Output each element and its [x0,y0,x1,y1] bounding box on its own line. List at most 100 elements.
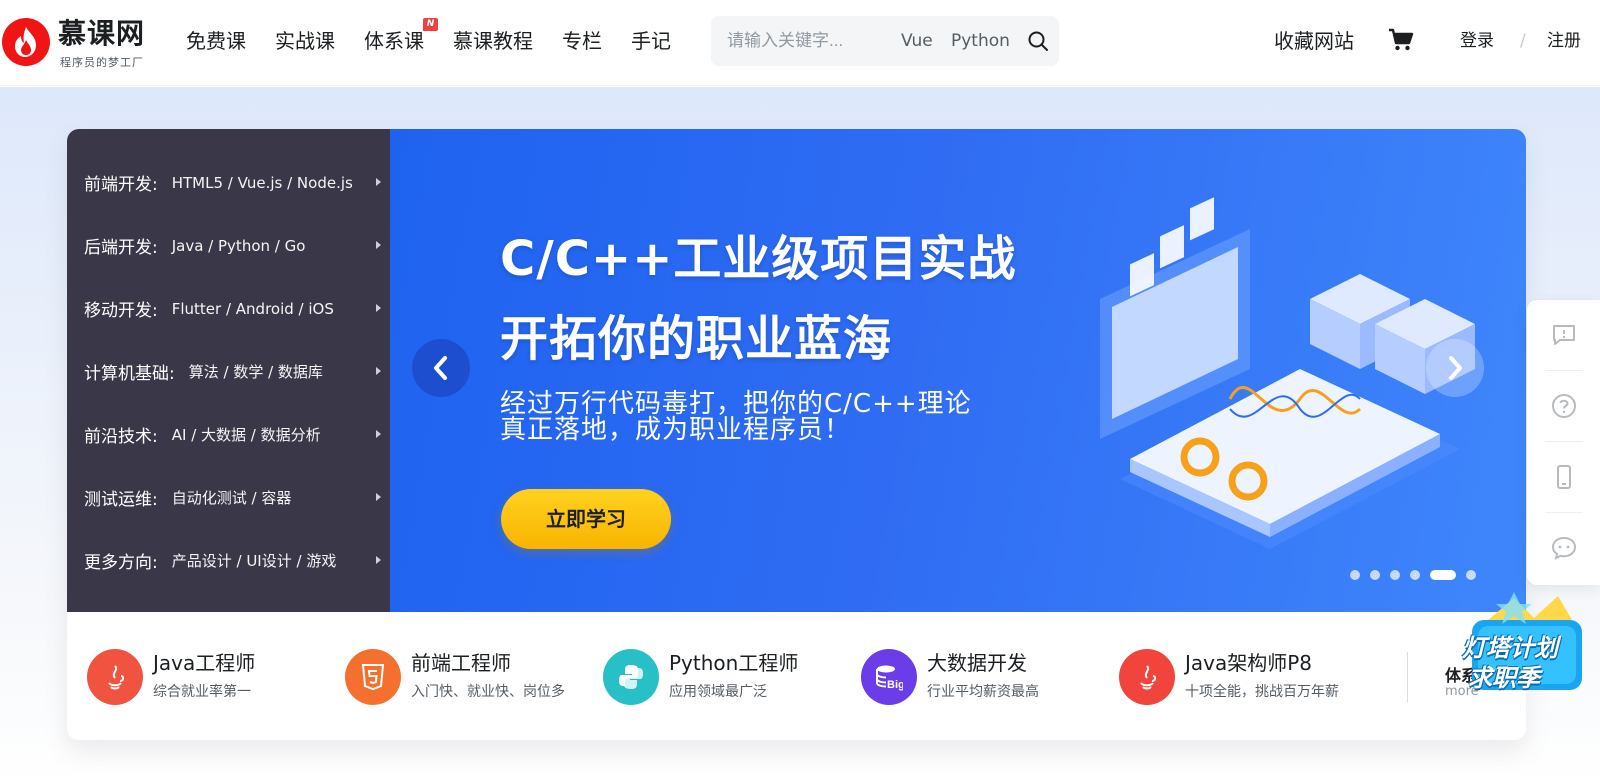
cart-icon[interactable] [1388,28,1414,52]
java-icon [87,649,143,705]
category-links[interactable]: 算法 / 数学 / 数据库 [189,361,323,382]
logo-text: 慕课网 [58,17,146,50]
wechat-icon [1551,536,1577,560]
category-name: 前沿技术: [84,427,158,447]
category-menu: 前端开发: HTML5 / Vue.js / Node.js 后端开发: Jav… [67,129,390,612]
feedback-button[interactable] [1527,300,1600,370]
slide-dot[interactable] [1350,570,1360,580]
category-name: 前端开发: [84,175,158,195]
category-name: 后端开发: [84,238,158,258]
nav-free-courses[interactable]: 免费课 [186,26,246,56]
path-desc: 入门快、就业快、岗位多 [411,684,565,700]
site-logo[interactable]: 慕课网 程序员的梦工厂 [2,16,162,72]
category-name: 计算机基础: [84,364,175,384]
slide-dot[interactable] [1410,570,1420,580]
slide-dot[interactable] [1370,570,1380,580]
chevron-left-icon [434,356,447,380]
bigdata-icon: Big [861,649,917,705]
search-icon[interactable] [1027,30,1049,52]
path-bigdata-developer[interactable]: Big 大数据开发 行业平均薪资最高 [861,646,1101,706]
category-more[interactable]: 更多方向: 产品设计 / UI设计 / 游戏 [67,529,390,592]
learn-now-button[interactable]: 立即学习 [501,489,671,549]
chevron-right-icon [1449,356,1462,380]
prev-slide-button[interactable] [412,339,470,397]
category-backend[interactable]: 后端开发: Java / Python / Go [67,214,390,277]
path-desc: 应用领域最广泛 [669,684,767,700]
category-links[interactable]: Flutter / Android / iOS [172,300,334,318]
path-desc: 综合就业率第一 [153,684,251,700]
slide-title: C/C++工业级项目实战 [500,231,1017,287]
slide-dot[interactable] [1390,570,1400,580]
new-badge: N [423,18,438,31]
register-link[interactable]: 注册 [1547,29,1581,53]
category-links[interactable]: AI / 大数据 / 数据分析 [172,424,321,445]
path-java-architect[interactable]: Java架构师P8 十项全能，挑战百万年薪 [1119,646,1379,706]
caret-right-icon [376,241,381,249]
path-java-engineer[interactable]: Java工程师 综合就业率第一 [87,646,327,706]
category-frontend[interactable]: 前端开发: HTML5 / Vue.js / Node.js [67,151,390,214]
feedback-icon [1553,325,1575,345]
mobile-app-icon [1557,465,1571,489]
path-frontend-engineer[interactable]: 前端工程师 入门快、就业快、岗位多 [345,646,585,706]
category-name: 更多方向: [84,553,158,573]
wechat-button[interactable] [1527,513,1600,583]
category-links[interactable]: 自动化测试 / 容器 [172,487,292,508]
caret-right-icon [376,178,381,186]
category-testing-ops[interactable]: 测试运维: 自动化测试 / 容器 [67,466,390,529]
category-mobile[interactable]: 移动开发: Flutter / Android / iOS [67,277,390,340]
search-tag-python[interactable]: Python [951,30,1010,52]
category-cs-basics[interactable]: 计算机基础: 算法 / 数学 / 数据库 [67,340,390,403]
path-title: Python工程师 [669,651,799,675]
banner-slide[interactable]: C/C++工业级项目实战 开拓你的职业蓝海 经过万行代码毒打，把你的C/C++理… [390,129,1526,612]
logo-slogan: 程序员的梦工厂 [60,56,144,69]
category-links[interactable]: Java / Python / Go [172,237,306,255]
nav-system-courses[interactable]: 体系课 N [364,18,438,56]
nav-columns[interactable]: 专栏 [562,26,602,56]
slide-title-line2: 开拓你的职业蓝海 [500,311,893,367]
lighthouse-plan-badge[interactable]: 灯塔计划 求职季 [1454,590,1590,708]
slide-indicator [1350,569,1486,581]
auth-separator: / [1520,31,1526,51]
flame-logo-icon [2,18,50,66]
main-nav: 免费课 实战课 体系课 N 慕课教程 专栏 手记 [186,18,700,56]
nav-notes[interactable]: 手记 [631,26,671,56]
nav-system-courses-label: 体系课 [364,29,424,53]
slide-dot[interactable] [1466,570,1476,580]
path-title: Java架构师P8 [1185,651,1313,675]
path-title: 大数据开发 [927,651,1027,675]
category-name: 移动开发: [84,301,158,321]
path-desc: 十项全能，挑战百万年薪 [1185,684,1339,700]
html5-icon [345,649,401,705]
hero-banner: 前端开发: HTML5 / Vue.js / Node.js 后端开发: Jav… [67,129,1526,740]
java-icon [1119,649,1175,705]
caret-right-icon [376,493,381,501]
nav-tutorials[interactable]: 慕课教程 [453,26,533,56]
slide-subtitle-line2: 真正落地，成为职业程序员！ [500,415,852,445]
nav-practical-courses[interactable]: 实战课 [275,26,335,56]
favorite-site-link[interactable]: 收藏网站 [1274,27,1354,55]
slide-dot-active[interactable] [1430,570,1456,580]
path-python-engineer[interactable]: Python工程师 应用领域最广泛 [603,646,843,706]
category-frontier-tech[interactable]: 前沿技术: AI / 大数据 / 数据分析 [67,403,390,466]
top-header: 慕课网 程序员的梦工厂 免费课 实战课 体系课 N 慕课教程 专栏 手记 Vue… [0,0,1600,86]
caret-right-icon [376,367,381,375]
side-toolbar [1527,300,1600,585]
search-box: Vue Python [711,16,1059,66]
category-name: 测试运维: [84,490,158,510]
caret-right-icon [376,430,381,438]
mobile-app-button[interactable] [1527,442,1600,512]
next-slide-button[interactable] [1426,339,1484,397]
paths-divider [1407,652,1408,702]
search-input[interactable] [727,16,887,66]
caret-right-icon [376,304,381,312]
python-icon [603,649,659,705]
help-button[interactable] [1527,371,1600,441]
login-link[interactable]: 登录 [1460,29,1494,53]
career-paths: Java工程师 综合就业率第一 前端工程师 入门快、就业快、岗位多 Python… [67,612,1526,740]
help-icon [1552,394,1576,418]
search-tag-vue[interactable]: Vue [901,30,933,52]
path-desc: 行业平均薪资最高 [927,684,1039,700]
category-links[interactable]: HTML5 / Vue.js / Node.js [172,174,353,192]
path-title: 前端工程师 [411,651,511,675]
category-links[interactable]: 产品设计 / UI设计 / 游戏 [172,550,337,571]
